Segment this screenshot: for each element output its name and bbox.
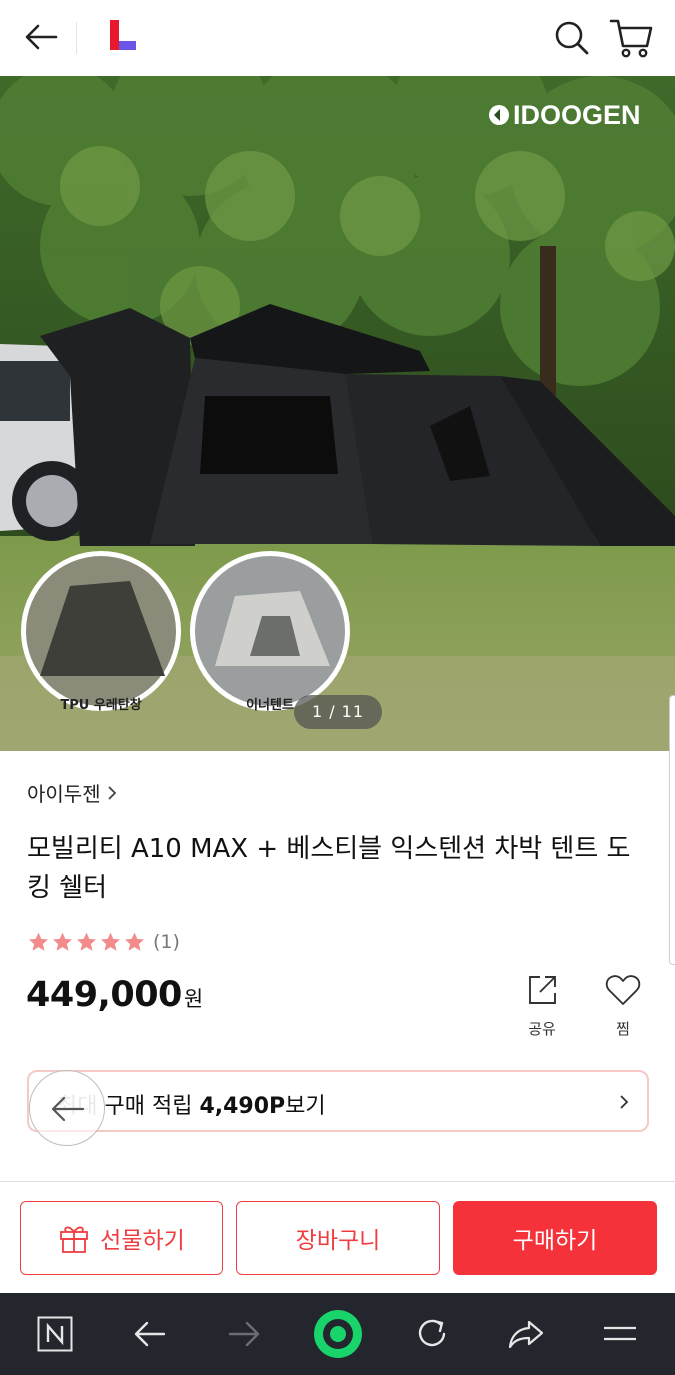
points-benefit-box[interactable]: 최대 구매 적립 4,490P보기 [27,1070,649,1132]
star-icon [28,932,49,951]
price-value: 449,000 [26,975,182,1015]
forward-arrow-icon [228,1321,260,1347]
gift-button[interactable]: 선물하기 [20,1201,223,1275]
green-dot-icon [314,1310,362,1358]
price-currency: 원 [183,987,203,1011]
reload-button[interactable] [402,1293,462,1375]
product-image-gallery[interactable]: IDOOGEN TPU 우레탄창 이너텐트 [0,76,675,751]
arrow-left-icon [25,24,58,50]
browser-forward-button[interactable] [214,1293,274,1375]
star-icon [52,932,73,951]
brand-watermark-text: IDOOGEN [513,100,641,130]
cart-button[interactable] [608,16,654,60]
buy-now-button[interactable]: 구매하기 [453,1201,657,1275]
points-suffix: 보기 [285,1094,326,1119]
header-divider [76,22,77,54]
thumb-label-inner-tent: 이너텐트 [246,698,294,713]
divider [0,1181,675,1182]
menu-icon [604,1326,636,1341]
floating-back-button[interactable] [29,1070,105,1146]
browser-back-button[interactable] [120,1293,180,1375]
product-page: IDOOGEN TPU 우레탄창 이너텐트 1 / 11 아이두젠 모빌리티 A… [0,0,675,1375]
product-price: 449,000원 [26,975,203,1015]
brand-name: 아이두젠 [27,782,101,806]
gift-label: 선물하기 [100,1228,185,1254]
cart-label: 장바구니 [295,1228,381,1254]
share-icon [529,976,556,1004]
review-count: (1) [153,931,180,953]
top-bar [0,0,675,76]
tent-product-photo [0,76,675,751]
image-counter: 1 / 11 [294,695,382,729]
product-title: 모빌리티 A10 MAX + 베스티블 익스텐션 차박 텐트 도킹 쉘터 [27,834,631,903]
rating-stars [27,931,146,953]
star-icon [124,932,145,951]
wishlist-label: 찜 [616,1020,630,1038]
green-dot-button[interactable] [308,1293,368,1375]
back-button[interactable] [22,18,62,58]
product-rating[interactable]: (1) [27,931,180,953]
lotte-logo[interactable] [108,20,138,54]
share-label: 공유 [528,1020,556,1038]
n-home-icon [37,1316,73,1352]
back-arrow-icon [134,1321,166,1347]
menu-button[interactable] [590,1293,650,1375]
share-page-button[interactable] [496,1293,556,1375]
wishlist-button[interactable]: 찜 [600,972,646,1039]
heart-icon [605,975,641,1005]
thumb-label-window: TPU 우레탄창 [60,698,142,713]
points-amount: 4,490P [199,1094,286,1119]
arrow-left-icon [51,1096,85,1122]
gift-icon [60,1226,89,1253]
points-label: 구매 적립 [97,1094,200,1119]
star-icon [76,932,97,951]
star-icon [100,932,121,951]
share-arrow-icon [508,1320,544,1349]
idoogen-mark-icon [489,105,509,125]
browser-nav-bar [0,1293,675,1375]
chevron-right-icon [620,1095,629,1109]
home-button[interactable] [25,1293,85,1375]
chevron-right-icon [107,785,116,800]
brand-watermark: IDOOGEN [488,100,641,131]
share-button[interactable]: 공유 [519,972,565,1039]
add-to-cart-button[interactable]: 장바구니 [236,1201,440,1275]
reload-icon [418,1319,446,1347]
buy-label: 구매하기 [512,1228,598,1254]
search-button[interactable] [552,18,592,58]
cart-icon [609,19,653,58]
side-scroll-handle[interactable] [669,695,675,965]
brand-store-link[interactable]: 아이두젠 [27,778,117,807]
search-icon [555,21,589,55]
